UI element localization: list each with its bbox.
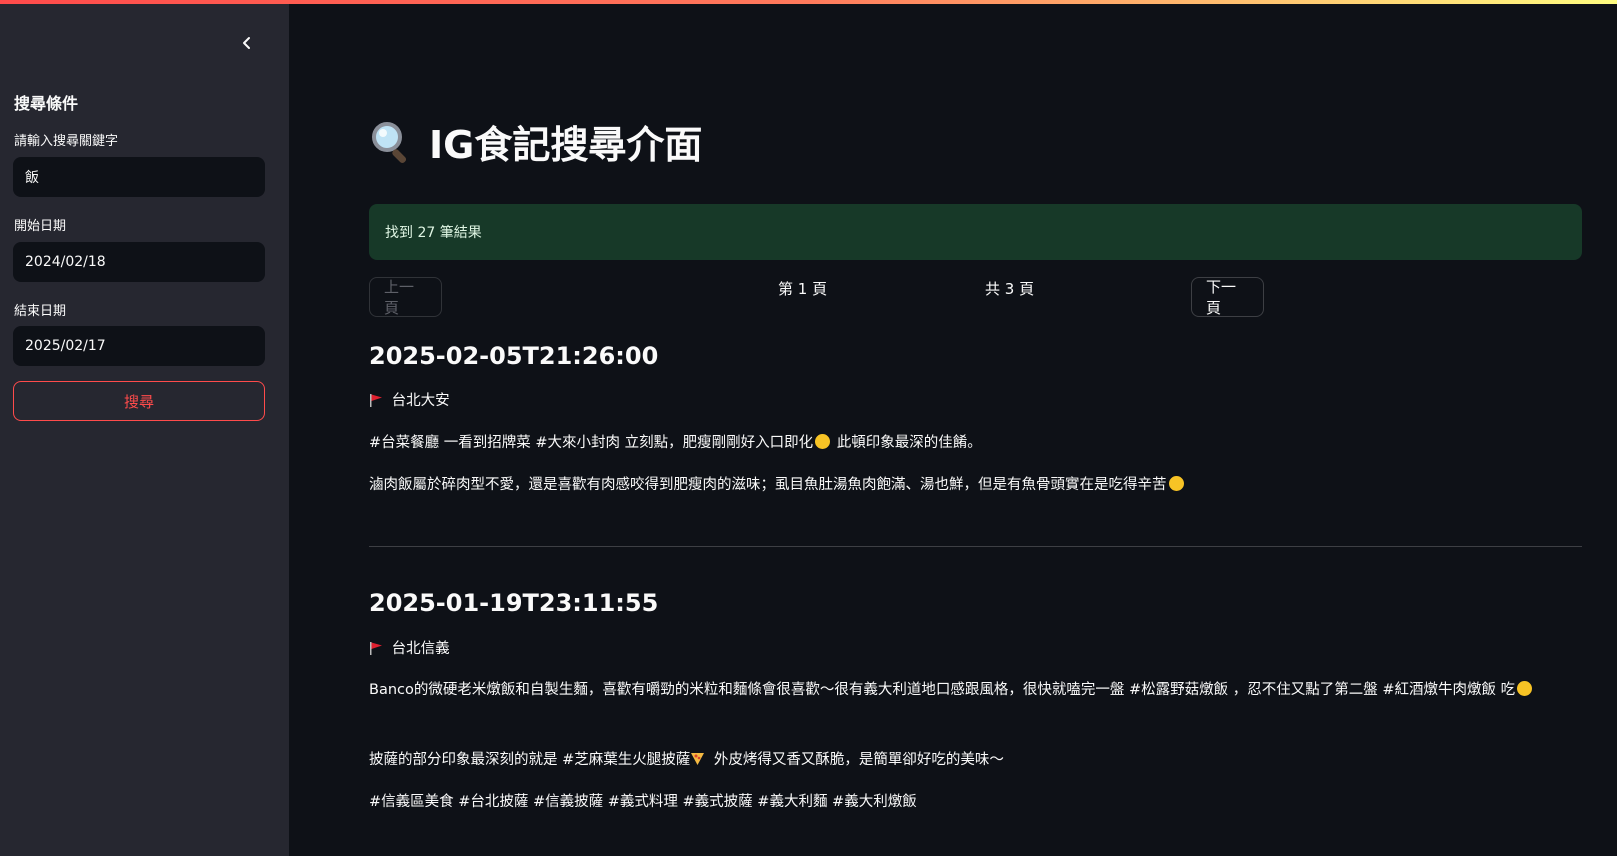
- start-date-input[interactable]: [23, 253, 255, 271]
- post-paragraph: #台菜餐廳 一看到招牌菜 #大來小封肉 立刻點，肥瘦剛剛好入口即化 此頓印象最深…: [369, 430, 1589, 456]
- main-content: IG食記搜尋介面 找到 27 筆結果 上一頁 第 1 頁 共 3 頁 下一頁 2…: [289, 0, 1617, 856]
- magnifier-icon: [372, 121, 407, 163]
- page-title: IG食記搜尋介面: [369, 114, 702, 169]
- post-location: 台北信義: [369, 636, 1589, 662]
- post-hashtags: #信義區美食 #台北披薩 #信義披薩 #義式料理 #義式披薩 #義大利麵 #義大…: [369, 794, 917, 810]
- end-date-input[interactable]: [23, 337, 255, 355]
- start-date-field-container: [13, 242, 265, 282]
- search-button[interactable]: 搜尋: [13, 381, 265, 421]
- post-text: 此頓印象最深的佳餚。: [832, 435, 982, 451]
- smile-emoji-icon: [1517, 681, 1533, 696]
- post-text: #台菜餐廳 一看到招牌菜 #大來小封肉 立刻點，肥瘦剛剛好入口即化: [369, 435, 814, 451]
- disappointed-emoji-icon: [1168, 476, 1184, 491]
- end-date-field-container: [13, 326, 265, 366]
- keyword-label: 請輸入搜尋關鍵字: [14, 134, 119, 149]
- pizza-emoji-icon: [691, 753, 705, 765]
- post-paragraph: 滷肉飯屬於碎肉型不愛，還是喜歡有肉感咬得到肥瘦肉的滋味；虱目魚肚湯魚肉飽滿、湯也…: [369, 472, 1589, 498]
- keyword-input[interactable]: [23, 168, 255, 186]
- page-title-text: IG食記搜尋介面: [429, 123, 703, 167]
- post-paragraph: 披薩的部分印象最深刻的就是 #芝麻葉生火腿披薩 外皮烤得又香又酥脆，是簡單卻好吃…: [369, 747, 1589, 773]
- post-paragraph: Banco的微硬老米燉飯和自製生麵，喜歡有嚼勁的米粒和麵條會很喜歡～很有義大利道…: [369, 677, 1589, 703]
- end-date-label: 結束日期: [14, 304, 67, 319]
- post-location: 台北大安: [369, 388, 1589, 414]
- result-alert: 找到 27 筆結果: [369, 204, 1582, 260]
- red-flag-icon: [370, 394, 382, 407]
- post-paragraph: #信義區美食 #台北披薩 #信義披薩 #義式料理 #義式披薩 #義大利麵 #義大…: [369, 789, 1589, 815]
- collapse-sidebar-button[interactable]: [234, 30, 260, 56]
- post-divider: [369, 546, 1582, 547]
- current-page-text: 第 1 頁: [778, 280, 828, 298]
- previous-page-button[interactable]: 上一頁: [369, 277, 442, 317]
- total-pages-text: 共 3 頁: [985, 280, 1035, 298]
- start-date-label: 開始日期: [14, 219, 67, 234]
- keyword-field-container: [13, 157, 265, 197]
- post-text: Banco的微硬老米燉飯和自製生麵，喜歡有嚼勁的米粒和麵條會很喜歡～很有義大利道…: [369, 682, 1516, 698]
- location-text: 台北信義: [391, 641, 450, 657]
- location-text: 台北大安: [391, 393, 450, 409]
- post-date: 2025-01-19T23:11:55: [369, 589, 659, 617]
- smile-emoji-icon: [815, 434, 831, 449]
- post-date: 2025-02-05T21:26:00: [369, 342, 659, 370]
- post-text: 披薩的部分印象最深刻的就是 #芝麻葉生火腿披薩: [369, 752, 691, 768]
- post-text: 滷肉飯屬於碎肉型不愛，還是喜歡有肉感咬得到肥瘦肉的滋味；虱目魚肚湯魚肉飽滿、湯也…: [369, 477, 1167, 493]
- post-text: 外皮烤得又香又酥脆，是簡單卻好吃的美味～: [709, 752, 1004, 768]
- red-flag-icon: [370, 642, 382, 655]
- chevron-left-icon: [243, 37, 250, 49]
- sidebar-title: 搜尋條件: [14, 94, 79, 113]
- result-message: 找到 27 筆結果: [385, 225, 482, 241]
- top-decoration-bar: [0, 0, 1617, 4]
- next-page-button[interactable]: 下一頁: [1191, 277, 1264, 317]
- sidebar: 搜尋條件 請輸入搜尋關鍵字 開始日期 結束日期 搜尋: [0, 0, 289, 856]
